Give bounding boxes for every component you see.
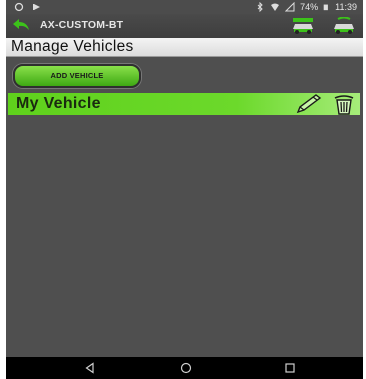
nav-recents-icon[interactable] — [284, 362, 296, 374]
app-title: AX-CUSTOM-BT — [40, 19, 124, 31]
vehicle-list-item[interactable]: My Vehicle — [8, 93, 360, 115]
wifi-icon — [271, 3, 280, 11]
vehicle-settings-icon[interactable] — [332, 17, 356, 35]
pencil-icon[interactable] — [294, 94, 322, 114]
page-title: Manage Vehicles — [11, 38, 134, 55]
page-title-bar: Manage Vehicles — [6, 38, 363, 57]
notification-icon — [14, 2, 24, 12]
vehicle-name: My Vehicle — [16, 95, 101, 112]
trash-icon[interactable] — [333, 94, 355, 115]
bluetooth-icon — [257, 2, 263, 12]
battery-icon — [323, 4, 329, 11]
battery-percent: 74% — [300, 2, 319, 12]
vehicle-connect-icon[interactable] — [291, 17, 315, 35]
android-nav-bar — [6, 357, 363, 379]
app-screen: 74% 11:39 AX-CUSTOM-BT Manage Vehicles A… — [6, 0, 363, 379]
app-header: AX-CUSTOM-BT — [6, 14, 363, 38]
add-vehicle-button[interactable]: ADD VEHICLE — [13, 64, 141, 88]
media-icon — [33, 4, 40, 10]
nav-back-icon[interactable] — [84, 362, 96, 374]
clock: 11:39 — [335, 2, 357, 12]
nav-home-icon[interactable] — [180, 362, 192, 374]
main-content: ADD VEHICLE My Vehicle — [6, 57, 363, 357]
signal-icon — [285, 2, 295, 12]
back-arrow-icon[interactable] — [12, 18, 30, 32]
status-bar: 74% 11:39 — [6, 0, 363, 14]
